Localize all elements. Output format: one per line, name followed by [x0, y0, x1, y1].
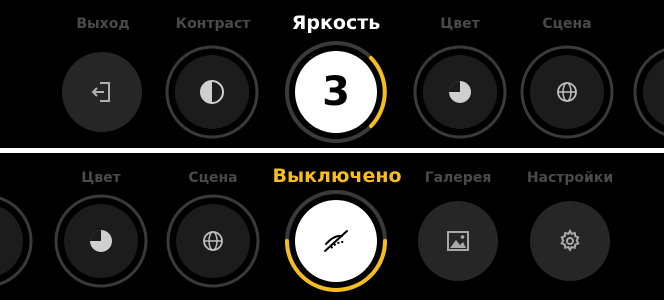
scene-button[interactable] — [507, 0, 627, 148]
brightness-value: 3 — [322, 69, 350, 115]
bottom-menu-strip: Цвет Сцена Выключено Галерея Настройки — [0, 153, 664, 300]
settings-gear-icon — [560, 229, 580, 252]
color-icon — [90, 230, 112, 252]
next-item-partial[interactable] — [620, 0, 664, 148]
gallery-icon — [447, 231, 469, 251]
menu-item-settings[interactable]: Настройки — [510, 153, 630, 300]
exit-icon — [91, 82, 110, 102]
settings-button[interactable] — [510, 153, 630, 300]
color-icon — [449, 81, 471, 103]
globe-icon — [203, 231, 223, 251]
globe-icon — [557, 82, 577, 102]
menu-item-scene[interactable]: Сцена — [507, 0, 627, 148]
top-menu-strip: Выход Контраст Яркость 3 Цвет Сцена — [0, 0, 664, 148]
contrast-icon — [200, 80, 224, 104]
display-off-icon — [324, 230, 348, 252]
